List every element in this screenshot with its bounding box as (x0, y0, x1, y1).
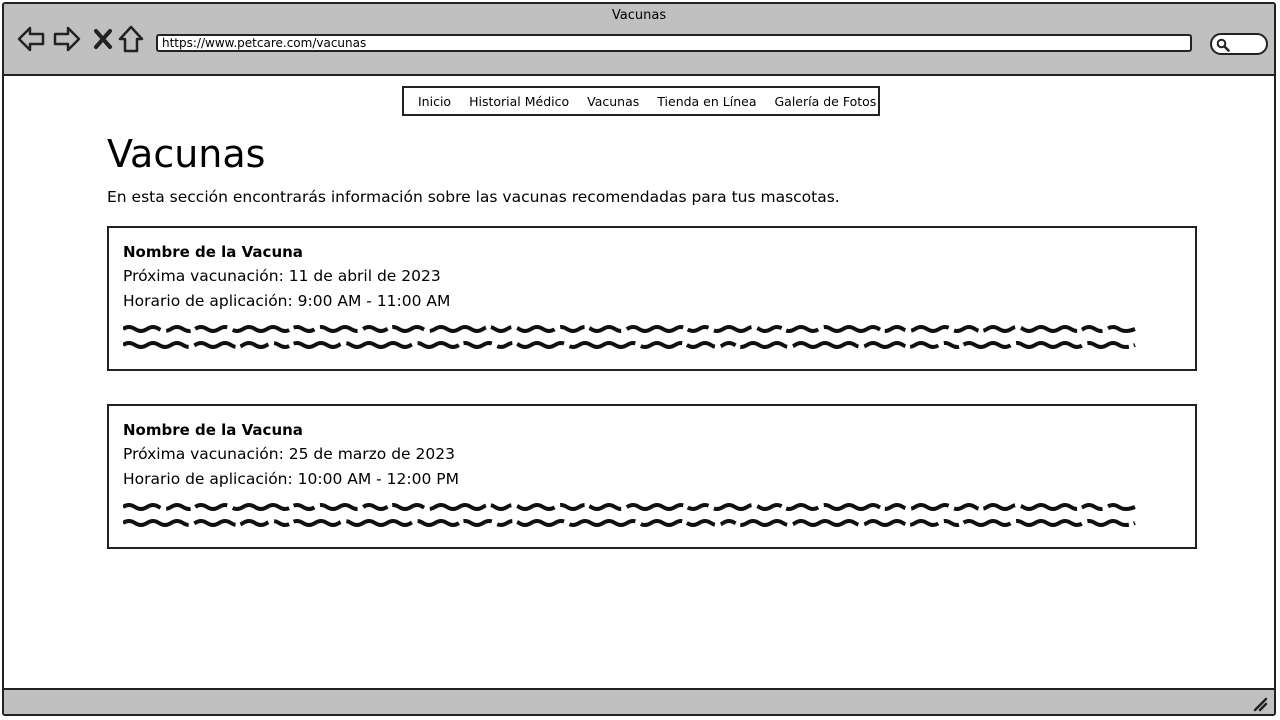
url-input[interactable]: https://www.petcare.com/vacunas (156, 34, 1192, 52)
nav-item-tienda-en-linea[interactable]: Tienda en Línea (657, 94, 756, 109)
vaccine-card: Nombre de la Vacuna Próxima vacunación: … (107, 226, 1197, 371)
search-icon (1216, 38, 1230, 52)
nav-item-historial-medico[interactable]: Historial Médico (469, 94, 569, 109)
browser-window: Vacunas https://www.petcare.com/vacunas … (2, 2, 1276, 716)
browser-statusbar (4, 688, 1274, 714)
nav-item-inicio[interactable]: Inicio (418, 94, 451, 109)
home-icon[interactable] (116, 24, 146, 54)
placeholder-text-scribble (123, 503, 1136, 527)
window-title: Vacunas (611, 8, 667, 23)
vaccine-name: Nombre de la Vacuna (123, 243, 303, 261)
vaccine-hours: Horario de aplicación: 10:00 AM - 12:00 … (123, 470, 459, 488)
vaccine-card: Nombre de la Vacuna Próxima vacunación: … (107, 404, 1197, 549)
browser-search-input[interactable] (1210, 33, 1268, 55)
vaccine-hours: Horario de aplicación: 9:00 AM - 11:00 A… (123, 292, 451, 310)
vaccine-name: Nombre de la Vacuna (123, 421, 303, 439)
nav-item-galeria-de-fotos[interactable]: Galería de Fotos (774, 94, 876, 109)
forward-arrow-icon[interactable] (52, 24, 82, 54)
close-icon[interactable] (88, 24, 118, 54)
intro-text: En esta sección encontrarás información … (107, 188, 840, 206)
nav-item-vacunas[interactable]: Vacunas (587, 94, 639, 109)
placeholder-text-scribble (123, 325, 1136, 349)
vaccine-next-date: Próxima vacunación: 25 de marzo de 2023 (123, 445, 455, 463)
resize-grip-icon[interactable] (1252, 696, 1268, 712)
browser-titlebar: Vacunas https://www.petcare.com/vacunas (4, 4, 1274, 76)
back-arrow-icon[interactable] (16, 24, 46, 54)
page-title: Vacunas (107, 132, 266, 176)
main-nav-menu: Inicio Historial Médico Vacunas Tienda e… (402, 86, 880, 116)
vaccine-next-date: Próxima vacunación: 11 de abril de 2023 (123, 267, 441, 285)
